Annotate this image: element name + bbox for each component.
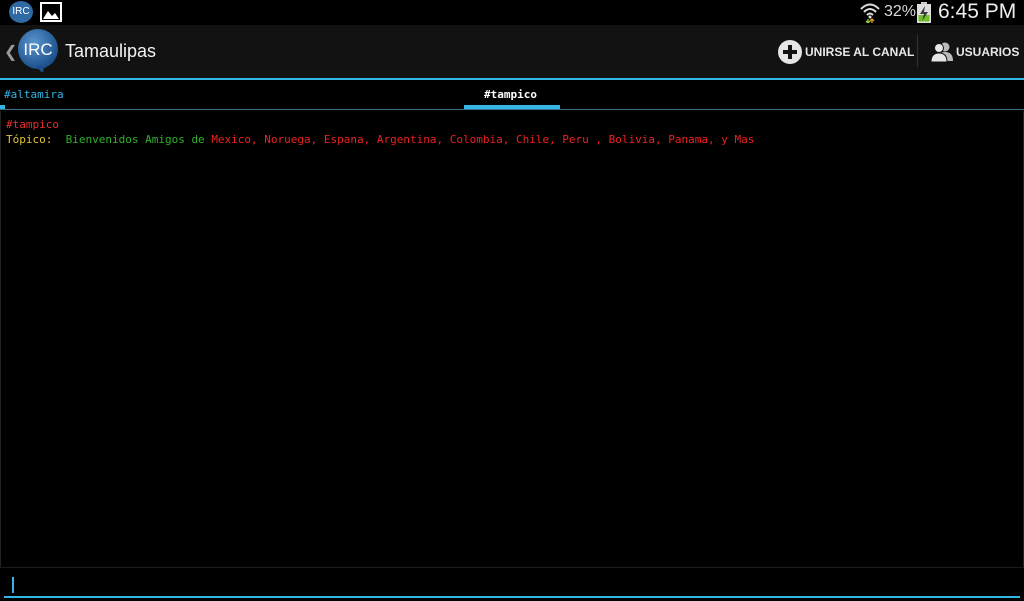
- users-button[interactable]: USUARIOS: [930, 39, 1019, 65]
- chat-log[interactable]: #tampico Tópico: Bienvenidos Amigos de M…: [0, 111, 1024, 567]
- input-underline: [4, 596, 1020, 598]
- text-cursor: [12, 577, 14, 593]
- channel-name-line: #tampico: [6, 118, 59, 131]
- logo-text: IRC: [23, 40, 52, 59]
- join-channel-label: UNIRSE AL CANAL: [805, 45, 915, 59]
- tab-altamira[interactable]: #altamira: [4, 88, 64, 101]
- irc-app-logo[interactable]: IRC: [16, 28, 60, 72]
- clock: 6:45 PM: [938, 0, 1017, 23]
- message-input-area: [0, 567, 1024, 601]
- users-icon: [930, 42, 953, 63]
- battery-percent: 32%: [884, 3, 917, 20]
- tabs-divider: [0, 109, 1024, 110]
- message-input[interactable]: [16, 574, 1010, 596]
- status-bar: IRC 32% 6:45 PM: [0, 0, 1024, 25]
- irc-notification-icon: IRC: [9, 1, 33, 23]
- plus-circle-icon: [778, 40, 802, 64]
- topic-countries-text: Mexico, Noruega, Espana, Argentina, Colo…: [211, 133, 755, 146]
- action-bar: ❮ IRC Tamaulipas UNIRSE AL CANAL USUARIO…: [0, 25, 1024, 79]
- gallery-notification-icon: [40, 2, 62, 22]
- join-channel-button[interactable]: UNIRSE AL CANAL: [778, 39, 914, 65]
- wifi-icon: [860, 3, 880, 23]
- channel-tabs: #altamira #tampico: [0, 80, 1024, 110]
- topic-line: Tópico: Bienvenidos Amigos de Mexico, No…: [6, 133, 754, 146]
- battery-charging-icon: [917, 2, 931, 23]
- action-divider: [917, 35, 918, 67]
- page-title: Tamaulipas: [65, 41, 157, 61]
- users-label: USUARIOS: [956, 45, 1020, 59]
- tab-tampico[interactable]: #tampico: [484, 88, 537, 101]
- topic-welcome-text: Bienvenidos Amigos de: [65, 133, 205, 146]
- topic-label: Tópico:: [6, 133, 53, 146]
